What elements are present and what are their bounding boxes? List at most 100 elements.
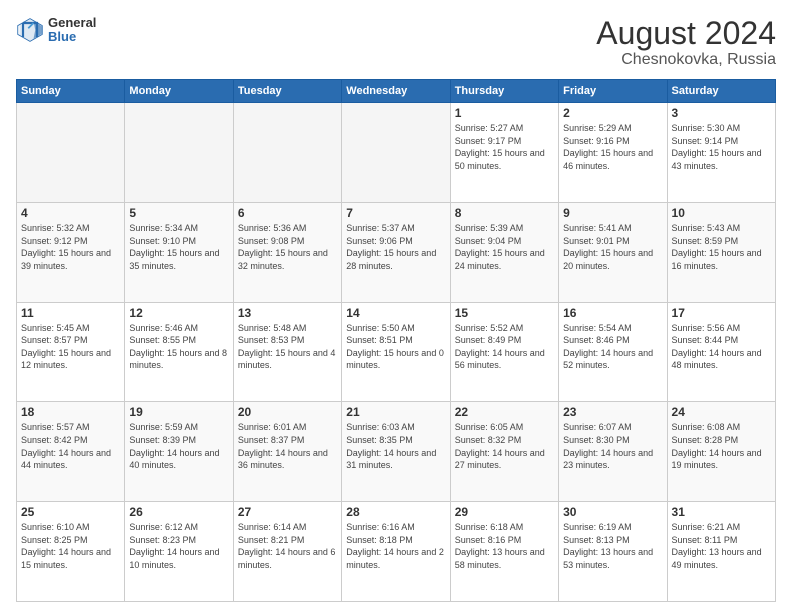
day-info: Sunrise: 6:01 AMSunset: 8:37 PMDaylight:… [238, 421, 337, 471]
location: Chesnokovka, Russia [596, 51, 776, 69]
day-info: Sunrise: 5:48 AMSunset: 8:53 PMDaylight:… [238, 322, 337, 372]
day-number: 1 [455, 106, 554, 120]
col-header-friday: Friday [559, 80, 667, 103]
calendar-cell-26: 26 Sunrise: 6:12 AMSunset: 8:23 PMDayligh… [125, 502, 233, 602]
day-info: Sunrise: 6:14 AMSunset: 8:21 PMDaylight:… [238, 521, 337, 571]
col-header-thursday: Thursday [450, 80, 558, 103]
calendar-cell-14: 14 Sunrise: 5:50 AMSunset: 8:51 PMDayligh… [342, 302, 450, 402]
day-number: 23 [563, 405, 662, 419]
col-header-saturday: Saturday [667, 80, 775, 103]
day-info: Sunrise: 5:30 AMSunset: 9:14 PMDaylight:… [672, 122, 771, 172]
calendar-cell-4: 4Sunrise: 5:32 AMSunset: 9:12 PMDaylight… [17, 202, 125, 302]
logo: General Blue [16, 16, 96, 45]
calendar-cell-23: 23 Sunrise: 6:07 AMSunset: 8:30 PMDayligh… [559, 402, 667, 502]
day-info: Sunrise: 5:43 AMSunset: 8:59 PMDaylight:… [672, 222, 771, 272]
day-number: 10 [672, 206, 771, 220]
day-number: 24 [672, 405, 771, 419]
calendar-cell-6: 6 Sunrise: 5:36 AMSunset: 9:08 PMDaylight… [233, 202, 341, 302]
day-info: Sunrise: 6:19 AMSunset: 8:13 PMDaylight:… [563, 521, 662, 571]
day-info: Sunrise: 5:52 AMSunset: 8:49 PMDaylight:… [455, 322, 554, 372]
day-number: 17 [672, 306, 771, 320]
title-block: August 2024 Chesnokovka, Russia [596, 16, 776, 69]
day-number: 9 [563, 206, 662, 220]
week-row-2: 4Sunrise: 5:32 AMSunset: 9:12 PMDaylight… [17, 202, 776, 302]
day-info: Sunrise: 5:56 AMSunset: 8:44 PMDaylight:… [672, 322, 771, 372]
day-info: Sunrise: 5:50 AMSunset: 8:51 PMDaylight:… [346, 322, 445, 372]
calendar-cell-19: 19Sunrise: 5:59 AMSunset: 8:39 PMDayligh… [125, 402, 233, 502]
day-number: 14 [346, 306, 445, 320]
day-number: 7 [346, 206, 445, 220]
calendar-cell-8: 8 Sunrise: 5:39 AMSunset: 9:04 PMDaylight… [450, 202, 558, 302]
day-info: Sunrise: 6:21 AMSunset: 8:11 PMDaylight:… [672, 521, 771, 571]
week-row-1: 1 Sunrise: 5:27 AMSunset: 9:17 PMDaylight… [17, 103, 776, 203]
day-number: 12 [129, 306, 228, 320]
calendar-cell-10: 10 Sunrise: 5:43 AMSunset: 8:59 PMDayligh… [667, 202, 775, 302]
calendar-cell-empty [17, 103, 125, 203]
day-info: Sunrise: 5:46 AMSunset: 8:55 PMDaylight:… [129, 322, 228, 372]
calendar-table: SundayMondayTuesdayWednesdayThursdayFrid… [16, 79, 776, 602]
week-row-5: 25 Sunrise: 6:10 AMSunset: 8:25 PMDayligh… [17, 502, 776, 602]
calendar-cell-16: 16 Sunrise: 5:54 AMSunset: 8:46 PMDayligh… [559, 302, 667, 402]
logo-blue-text: Blue [48, 30, 96, 44]
day-number: 21 [346, 405, 445, 419]
calendar-cell-18: 18 Sunrise: 5:57 AMSunset: 8:42 PMDayligh… [17, 402, 125, 502]
day-number: 3 [672, 106, 771, 120]
calendar-cell-2: 2Sunrise: 5:29 AMSunset: 9:16 PMDaylight… [559, 103, 667, 203]
day-number: 6 [238, 206, 337, 220]
day-info: Sunrise: 5:36 AMSunset: 9:08 PMDaylight:… [238, 222, 337, 272]
day-info: Sunrise: 6:03 AMSunset: 8:35 PMDaylight:… [346, 421, 445, 471]
week-row-4: 18 Sunrise: 5:57 AMSunset: 8:42 PMDayligh… [17, 402, 776, 502]
day-info: Sunrise: 6:07 AMSunset: 8:30 PMDaylight:… [563, 421, 662, 471]
day-number: 19 [129, 405, 228, 419]
logo-general-text: General [48, 16, 96, 30]
calendar-cell-7: 7Sunrise: 5:37 AMSunset: 9:06 PMDaylight… [342, 202, 450, 302]
col-header-sunday: Sunday [17, 80, 125, 103]
day-info: Sunrise: 6:12 AMSunset: 8:23 PMDaylight:… [129, 521, 228, 571]
calendar-cell-1: 1 Sunrise: 5:27 AMSunset: 9:17 PMDaylight… [450, 103, 558, 203]
calendar-cell-3: 3 Sunrise: 5:30 AMSunset: 9:14 PMDaylight… [667, 103, 775, 203]
day-info: Sunrise: 6:16 AMSunset: 8:18 PMDaylight:… [346, 521, 445, 571]
day-number: 30 [563, 505, 662, 519]
day-number: 16 [563, 306, 662, 320]
calendar-cell-22: 22 Sunrise: 6:05 AMSunset: 8:32 PMDayligh… [450, 402, 558, 502]
day-number: 28 [346, 505, 445, 519]
day-info: Sunrise: 6:05 AMSunset: 8:32 PMDaylight:… [455, 421, 554, 471]
logo-icon [16, 16, 44, 44]
day-number: 27 [238, 505, 337, 519]
calendar-cell-31: 31Sunrise: 6:21 AMSunset: 8:11 PMDayligh… [667, 502, 775, 602]
calendar-cell-13: 13Sunrise: 5:48 AMSunset: 8:53 PMDayligh… [233, 302, 341, 402]
col-header-tuesday: Tuesday [233, 80, 341, 103]
day-info: Sunrise: 6:18 AMSunset: 8:16 PMDaylight:… [455, 521, 554, 571]
day-number: 5 [129, 206, 228, 220]
day-number: 4 [21, 206, 120, 220]
calendar-cell-9: 9 Sunrise: 5:41 AMSunset: 9:01 PMDaylight… [559, 202, 667, 302]
day-info: Sunrise: 5:29 AMSunset: 9:16 PMDaylight:… [563, 122, 662, 172]
calendar-cell-27: 27 Sunrise: 6:14 AMSunset: 8:21 PMDayligh… [233, 502, 341, 602]
day-info: Sunrise: 5:41 AMSunset: 9:01 PMDaylight:… [563, 222, 662, 272]
calendar-cell-20: 20 Sunrise: 6:01 AMSunset: 8:37 PMDayligh… [233, 402, 341, 502]
day-number: 25 [21, 505, 120, 519]
col-header-monday: Monday [125, 80, 233, 103]
day-number: 8 [455, 206, 554, 220]
day-info: Sunrise: 5:39 AMSunset: 9:04 PMDaylight:… [455, 222, 554, 272]
calendar-cell-17: 17 Sunrise: 5:56 AMSunset: 8:44 PMDayligh… [667, 302, 775, 402]
day-number: 18 [21, 405, 120, 419]
calendar-cell-30: 30 Sunrise: 6:19 AMSunset: 8:13 PMDayligh… [559, 502, 667, 602]
calendar-cell-11: 11Sunrise: 5:45 AMSunset: 8:57 PMDayligh… [17, 302, 125, 402]
day-number: 22 [455, 405, 554, 419]
calendar-cell-15: 15Sunrise: 5:52 AMSunset: 8:49 PMDayligh… [450, 302, 558, 402]
calendar-cell-21: 21 Sunrise: 6:03 AMSunset: 8:35 PMDayligh… [342, 402, 450, 502]
day-info: Sunrise: 5:57 AMSunset: 8:42 PMDaylight:… [21, 421, 120, 471]
calendar-cell-5: 5Sunrise: 5:34 AMSunset: 9:10 PMDaylight… [125, 202, 233, 302]
day-number: 20 [238, 405, 337, 419]
day-info: Sunrise: 5:27 AMSunset: 9:17 PMDaylight:… [455, 122, 554, 172]
day-number: 29 [455, 505, 554, 519]
day-info: Sunrise: 5:54 AMSunset: 8:46 PMDaylight:… [563, 322, 662, 372]
calendar-cell-empty [125, 103, 233, 203]
calendar-header-row: SundayMondayTuesdayWednesdayThursdayFrid… [17, 80, 776, 103]
day-info: Sunrise: 6:10 AMSunset: 8:25 PMDaylight:… [21, 521, 120, 571]
week-row-3: 11Sunrise: 5:45 AMSunset: 8:57 PMDayligh… [17, 302, 776, 402]
header: General Blue August 2024 Chesnokovka, Ru… [16, 16, 776, 69]
page: General Blue August 2024 Chesnokovka, Ru… [0, 0, 792, 612]
day-number: 26 [129, 505, 228, 519]
